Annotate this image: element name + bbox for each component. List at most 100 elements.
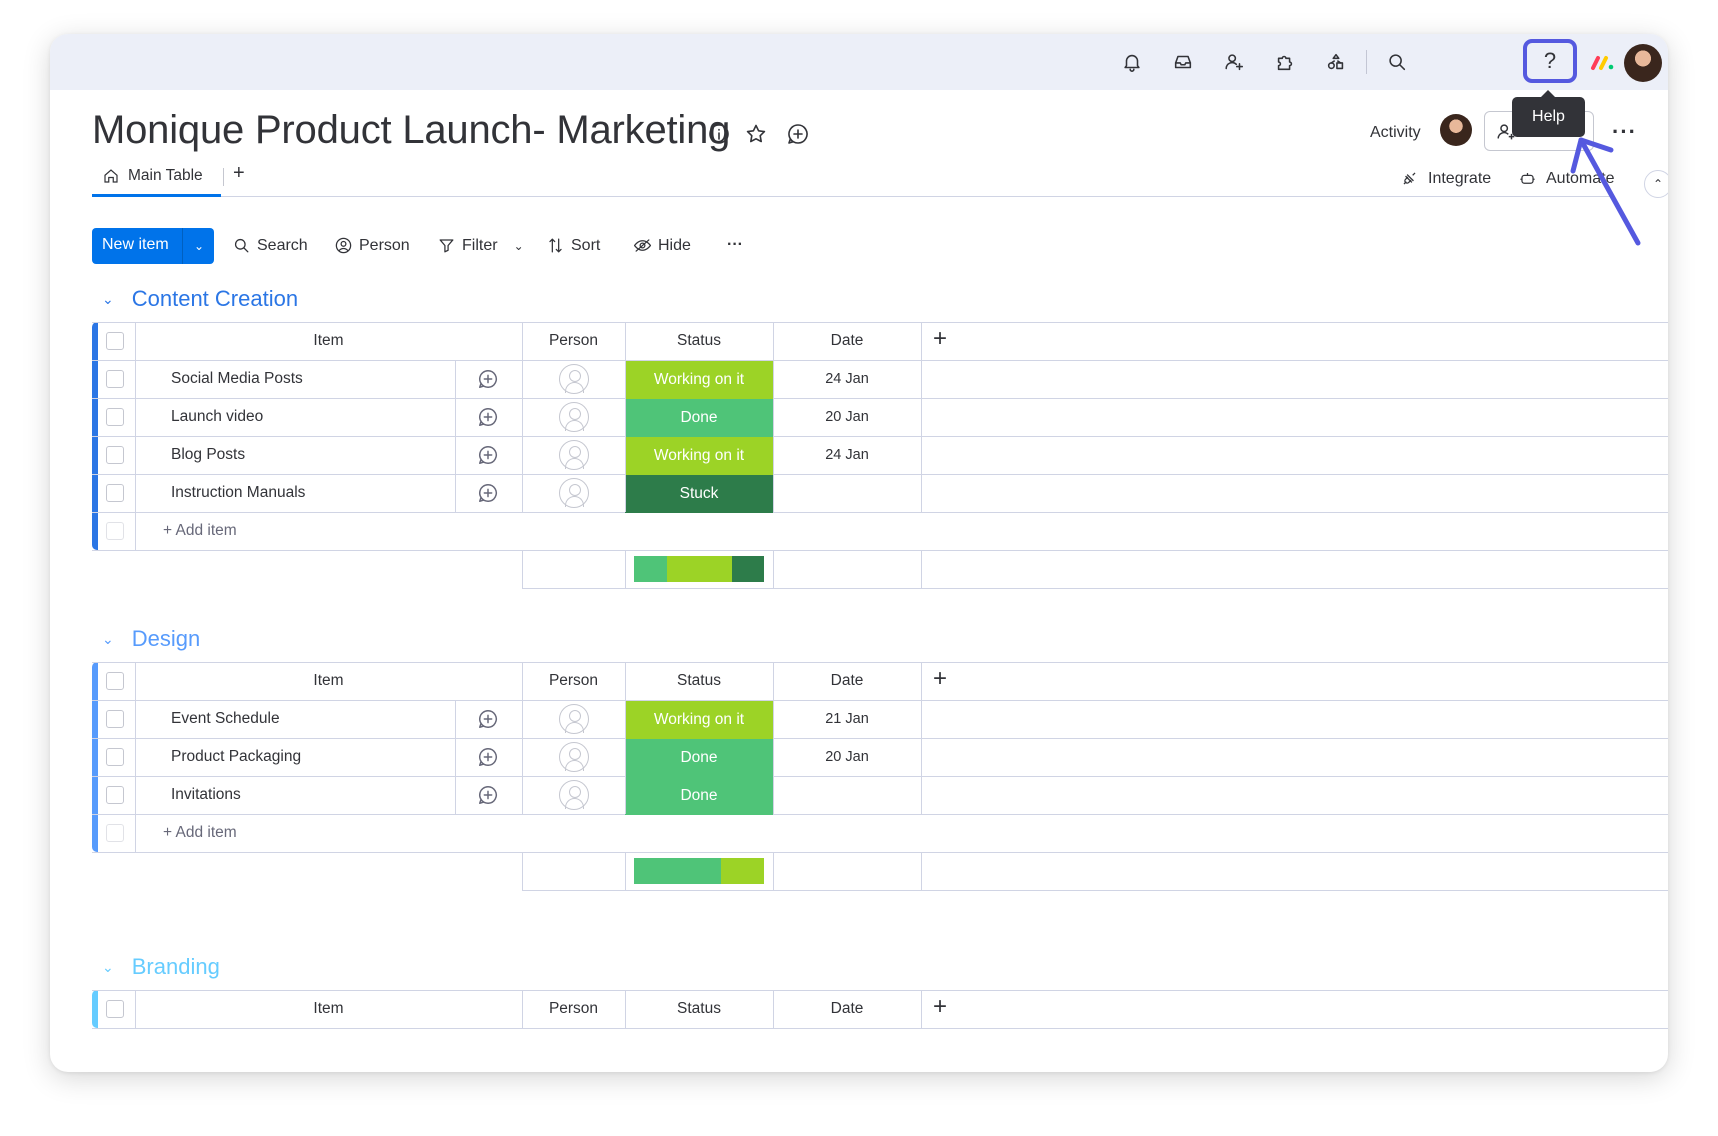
add-update-icon[interactable] [477,708,499,730]
row-checkbox[interactable] [106,408,124,426]
chevron-down-icon[interactable]: ⌄ [102,959,114,976]
select-all-checkbox[interactable] [106,672,124,690]
column-header-person[interactable]: Person [522,662,625,700]
group-title[interactable]: ⌄ Design [102,626,200,652]
info-icon[interactable] [707,122,733,148]
integrate-button[interactable]: Integrate [1400,169,1491,188]
sort-tool[interactable]: Sort [546,236,600,255]
person-avatar-icon[interactable] [559,704,589,734]
add-update-icon[interactable] [477,368,499,390]
date-cell[interactable] [773,474,921,512]
add-column-button[interactable]: + [933,993,947,1021]
item-name[interactable]: Launch video [171,398,263,436]
item-name[interactable]: Invitations [171,776,241,814]
toolbar-more-button[interactable]: ··· [727,236,743,254]
person-avatar-icon[interactable] [559,780,589,810]
person-filter-tool[interactable]: Person [334,236,410,255]
chevron-down-icon[interactable]: ⌄ [514,239,524,253]
add-view-button[interactable]: + [233,162,245,185]
add-item-input[interactable]: + Add item [163,824,237,842]
row-checkbox[interactable] [106,370,124,388]
chevron-down-icon[interactable]: ⌄ [184,228,214,264]
row-checkbox[interactable] [106,748,124,766]
add-update-icon[interactable] [477,482,499,504]
date-cell[interactable]: 20 Jan [773,738,921,776]
column-header-status[interactable]: Status [625,990,773,1028]
row-checkbox[interactable] [106,710,124,728]
column-header-item[interactable]: Item [135,322,522,360]
row-checkbox[interactable] [106,786,124,804]
column-header-person[interactable]: Person [522,990,625,1028]
board-title[interactable]: Monique Product Launch- Marketing [92,108,730,153]
add-update-icon[interactable] [477,784,499,806]
person-avatar-icon[interactable] [559,364,589,394]
status-summary-bar[interactable] [634,556,764,582]
apps-puzzle-icon[interactable] [1271,48,1299,76]
search-tool[interactable]: Search [232,236,308,255]
invite-members-icon[interactable] [1220,48,1248,76]
column-header-item[interactable]: Item [135,990,522,1028]
person-avatar-icon[interactable] [559,742,589,772]
user-avatar[interactable] [1624,44,1662,82]
add-update-icon[interactable] [477,444,499,466]
person-avatar-icon[interactable] [559,402,589,432]
status-label[interactable]: Stuck [625,474,773,513]
person-avatar-icon[interactable] [559,478,589,508]
status-summary-bar[interactable] [634,858,764,884]
column-header-date[interactable]: Date [773,662,921,700]
add-update-icon[interactable] [786,122,812,148]
item-name[interactable]: Instruction Manuals [171,474,305,512]
add-update-icon[interactable] [477,406,499,428]
filter-tool[interactable]: Filter ⌄ [437,236,524,255]
search-icon[interactable] [1383,48,1411,76]
status-label[interactable]: Working on it [625,700,773,739]
status-label[interactable]: Working on it [625,436,773,475]
column-header-date[interactable]: Date [773,322,921,360]
hide-tool[interactable]: Hide [633,236,691,255]
help-button[interactable]: ? [1523,39,1577,83]
automate-button[interactable]: Automate [1518,169,1614,188]
status-label[interactable]: Done [625,776,773,815]
date-cell[interactable]: 20 Jan [773,398,921,436]
chevron-down-icon[interactable]: ⌄ [102,631,114,648]
group-title[interactable]: ⌄ Branding [102,954,220,980]
add-update-icon[interactable] [477,746,499,768]
column-header-item[interactable]: Item [135,662,522,700]
column-header-date[interactable]: Date [773,990,921,1028]
activity-link[interactable]: Activity [1370,124,1421,142]
bell-icon[interactable] [1118,48,1146,76]
row-checkbox[interactable] [106,484,124,502]
add-column-button[interactable]: + [933,325,947,353]
status-label[interactable]: Working on it [625,360,773,399]
group-title[interactable]: ⌄ Content Creation [102,286,298,312]
add-item-input[interactable]: + Add item [163,522,237,540]
board-more-button[interactable]: ··· [1612,119,1637,145]
item-name[interactable]: Product Packaging [171,738,301,776]
item-name[interactable]: Social Media Posts [171,360,303,398]
row-checkbox[interactable] [106,446,124,464]
select-all-checkbox[interactable] [106,332,124,350]
collapse-header-button[interactable]: ⌃ [1644,170,1668,198]
person-avatar-icon[interactable] [559,440,589,470]
add-column-button[interactable]: + [933,665,947,693]
grid-line [92,1028,1668,1029]
column-header-status[interactable]: Status [625,662,773,700]
date-cell[interactable]: 24 Jan [773,436,921,474]
star-icon[interactable] [744,122,770,148]
new-item-button[interactable]: New item ⌄ [92,228,214,264]
date-cell[interactable]: 21 Jan [773,700,921,738]
date-cell[interactable]: 24 Jan [773,360,921,398]
column-header-person[interactable]: Person [522,322,625,360]
column-header-status[interactable]: Status [625,322,773,360]
inbox-icon[interactable] [1169,48,1197,76]
activity-avatar[interactable] [1440,114,1472,146]
item-name[interactable]: Blog Posts [171,436,245,474]
date-cell[interactable] [773,776,921,814]
select-all-checkbox[interactable] [106,1000,124,1018]
item-name[interactable]: Event Schedule [171,700,280,738]
chevron-down-icon[interactable]: ⌄ [102,291,114,308]
status-label[interactable]: Done [625,738,773,777]
status-label[interactable]: Done [625,398,773,437]
tab-main-table[interactable]: Main Table [92,157,221,197]
marketplace-icon[interactable] [1322,48,1350,76]
